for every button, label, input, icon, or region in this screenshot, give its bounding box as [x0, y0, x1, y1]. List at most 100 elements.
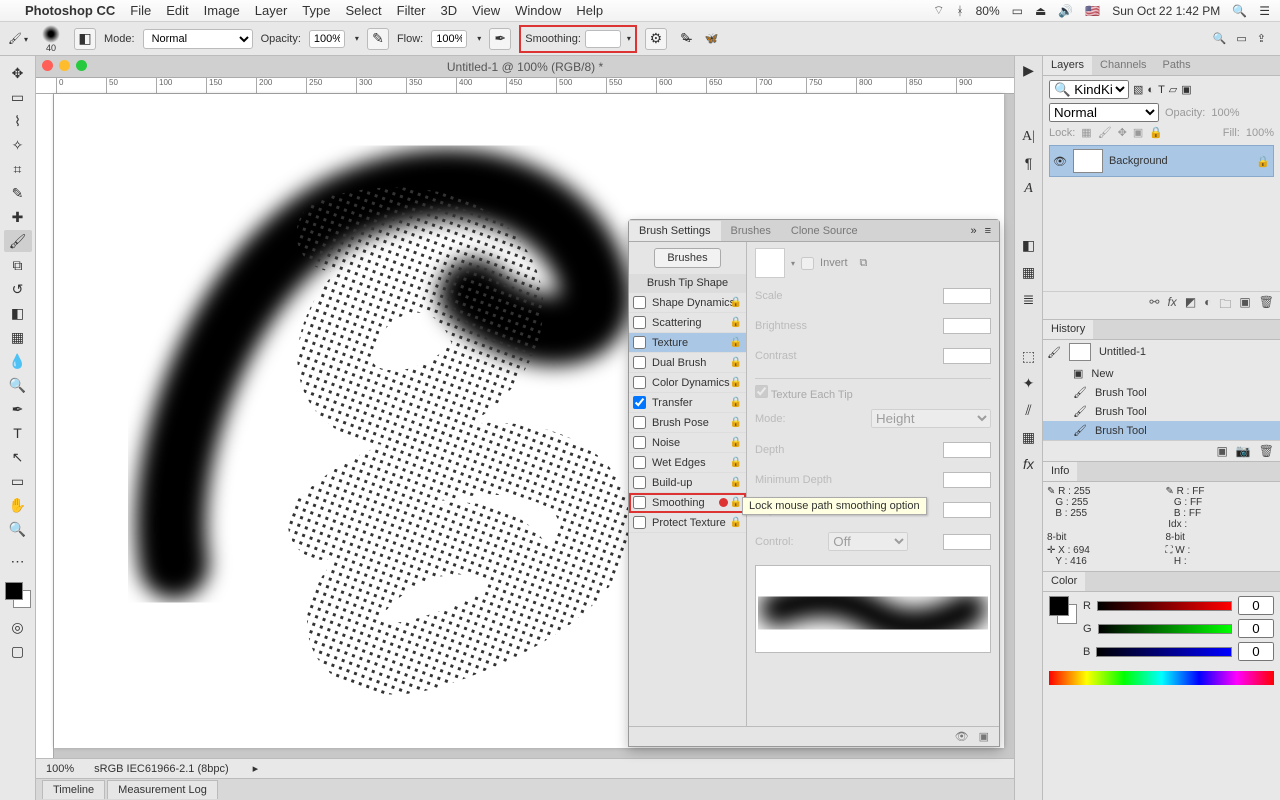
path-tool-icon[interactable]: ↖ [4, 446, 32, 468]
lock-brush-icon[interactable]: 🖌 [1098, 126, 1112, 139]
fx-icon[interactable]: fx [1167, 295, 1176, 316]
r-input[interactable] [1238, 596, 1274, 615]
paragraph-panel-icon[interactable]: ¶ [1025, 155, 1033, 171]
eject-icon[interactable]: ⏏ [1035, 4, 1046, 18]
tool-preset-icon[interactable]: 🖌▾ [8, 32, 28, 45]
color-swatch[interactable] [5, 582, 31, 608]
marquee-tool-icon[interactable]: ▭ [4, 86, 32, 108]
preview-toggle-icon[interactable]: 👁 [955, 730, 969, 743]
arrange-icon[interactable]: ▭ [1236, 32, 1246, 45]
shape-tool-icon[interactable]: ▭ [4, 470, 32, 492]
brush-settings-tab[interactable]: Brush Settings [629, 221, 721, 241]
snapshot-icon[interactable]: 📷 [1236, 444, 1251, 458]
adjustment-icon[interactable]: ◐ [1204, 295, 1211, 316]
brush-option-texture[interactable]: Texture🔒 [629, 333, 746, 353]
quickmask-icon[interactable]: ◎ [4, 616, 32, 638]
adjustments-icon[interactable]: ◧ [1022, 237, 1035, 254]
dodge-tool-icon[interactable]: 🔍 [4, 374, 32, 396]
b-slider[interactable] [1096, 647, 1232, 657]
brush-option-protect-texture[interactable]: Protect Texture🔒 [629, 513, 746, 533]
volume-icon[interactable]: 🔊 [1058, 4, 1073, 18]
filter-smart-icon[interactable]: ▣ [1181, 83, 1191, 96]
menu-image[interactable]: Image [204, 3, 240, 18]
mask-icon[interactable]: ◩ [1185, 295, 1196, 316]
snap-icon[interactable]: ⧉ [860, 257, 868, 270]
type-tool-icon[interactable]: T [4, 422, 32, 444]
smoothing-gear-icon[interactable]: ⚙ [645, 28, 667, 50]
heal-tool-icon[interactable]: ✚ [4, 206, 32, 228]
history-item[interactable]: ▣New [1043, 364, 1280, 383]
lock-icon[interactable]: 🔒 [730, 317, 742, 328]
bluetooth-icon[interactable]: ᚼ [956, 4, 963, 18]
depth-input[interactable] [943, 442, 991, 458]
brush-option-build-up[interactable]: Build-up🔒 [629, 473, 746, 493]
history-item[interactable]: 🖌Brush Tool [1043, 402, 1280, 421]
lock-all-icon[interactable]: 🔒 [1149, 126, 1163, 139]
lock-icon[interactable]: 🔒 [730, 437, 742, 448]
layer-blend-select[interactable]: Normal [1049, 103, 1159, 122]
crop-tool-icon[interactable]: ⌗ [4, 158, 32, 180]
flag-icon[interactable]: 🇺🇸 [1085, 4, 1100, 18]
brush-option-color-dynamics[interactable]: Color Dynamics🔒 [629, 373, 746, 393]
blur-tool-icon[interactable]: 💧 [4, 350, 32, 372]
g-slider[interactable] [1098, 624, 1232, 634]
spotlight-icon[interactable]: 🔍 [1232, 4, 1247, 18]
channels-tab[interactable]: Channels [1092, 56, 1154, 75]
eyedropper-tool-icon[interactable]: ✎ [4, 182, 32, 204]
maximize-icon[interactable] [76, 60, 87, 71]
screenmode-icon[interactable]: ▢ [4, 640, 32, 662]
lock-icon[interactable]: 🔒 [730, 397, 742, 408]
zoom-tool-icon[interactable]: 🔍 [4, 518, 32, 540]
menu-window[interactable]: Window [515, 3, 561, 18]
pressure-opacity-icon[interactable]: ✎ [367, 28, 389, 50]
gradient-tool-icon[interactable]: ▦ [4, 326, 32, 348]
history-tab[interactable]: History [1043, 320, 1093, 339]
opacity-input[interactable] [309, 30, 345, 48]
brush-panel-toggle-icon[interactable]: ◧ [74, 28, 96, 50]
collapse-icon[interactable]: » [970, 225, 984, 237]
brightness-input[interactable] [943, 318, 991, 334]
ruler-horizontal[interactable]: 0501001502002503003504004505005506006507… [36, 78, 1014, 94]
layers-tab[interactable]: Layers [1043, 56, 1092, 75]
checkbox[interactable] [633, 396, 646, 409]
checkbox[interactable] [633, 416, 646, 429]
filter-pixel-icon[interactable]: ▧ [1133, 83, 1143, 96]
link-icon[interactable]: ⚯ [1149, 295, 1159, 316]
checkbox[interactable] [633, 496, 646, 509]
ruler-vertical[interactable] [36, 94, 54, 758]
scale-input[interactable] [943, 288, 991, 304]
lock-icon[interactable]: 🔒 [730, 417, 742, 428]
checkbox[interactable] [633, 436, 646, 449]
clone-source-tab[interactable]: Clone Source [781, 221, 868, 241]
lock-icon[interactable]: 🔒 [730, 477, 742, 488]
filter-type-icon[interactable]: T [1158, 84, 1165, 96]
color-profile[interactable]: sRGB IEC61966-2.1 (8bpc) [94, 763, 229, 775]
b-input[interactable] [1238, 642, 1274, 661]
menu-view[interactable]: View [472, 3, 500, 18]
control-input[interactable] [943, 534, 991, 550]
lock-icon[interactable]: 🔒 [730, 497, 742, 508]
move-tool-icon[interactable]: ✥ [4, 62, 32, 84]
brush-option-transfer[interactable]: Transfer🔒 [629, 393, 746, 413]
close-icon[interactable] [42, 60, 53, 71]
color-tab[interactable]: Color [1043, 572, 1085, 591]
layers-icon[interactable]: ≣ [1023, 291, 1035, 308]
control-select[interactable]: Off [828, 532, 908, 551]
hand-tool-icon[interactable]: ✋ [4, 494, 32, 516]
contrast-input[interactable] [943, 348, 991, 364]
checkbox[interactable] [633, 476, 646, 489]
menu-help[interactable]: Help [576, 3, 603, 18]
brush-option-brush-pose[interactable]: Brush Pose🔒 [629, 413, 746, 433]
hue-strip[interactable] [1049, 671, 1274, 685]
brush-tool-icon[interactable]: 🖌 [4, 230, 32, 252]
history-item[interactable]: 🖌Brush Tool [1043, 383, 1280, 402]
zoom-level[interactable]: 100% [46, 763, 74, 775]
compass-icon[interactable]: ✦ [1023, 375, 1035, 392]
menu-type[interactable]: Type [302, 3, 330, 18]
layer-name[interactable]: Background [1109, 155, 1168, 167]
info-tab[interactable]: Info [1043, 462, 1077, 481]
lock-trans-icon[interactable]: ▦ [1081, 126, 1091, 139]
filter-shape-icon[interactable]: ▱ [1169, 83, 1177, 96]
trash-icon[interactable]: 🗑 [1259, 444, 1274, 458]
checkbox[interactable] [633, 336, 646, 349]
